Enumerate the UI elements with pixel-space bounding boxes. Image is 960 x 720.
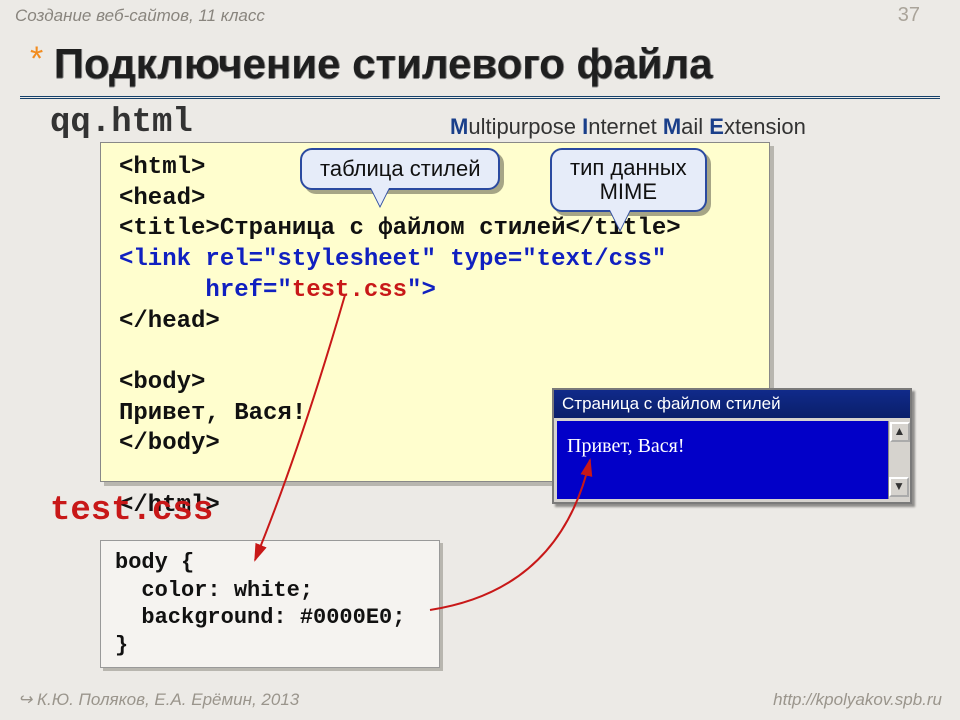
code-text: Страница с файлом стилей — [220, 215, 566, 242]
footer: ↪ К.Ю. Поляков, Е.А. Ерёмин, 2013 http:/… — [18, 690, 942, 710]
scroll-down-icon[interactable]: ▼ — [889, 477, 909, 497]
callout-tail — [610, 210, 630, 230]
code-line: </body> — [119, 430, 220, 457]
footer-url: http://kpolyakov.spb.ru — [773, 690, 942, 710]
code-line: } — [115, 633, 128, 658]
code-href: test.css — [292, 277, 407, 304]
title-underline — [20, 96, 940, 99]
scroll-up-icon[interactable]: ▲ — [890, 422, 910, 442]
browser-text: Привет, Вася! — [567, 435, 685, 457]
scrollbar[interactable]: ▲ ▼ — [888, 421, 910, 499]
mime-m: M — [450, 114, 468, 139]
css-code-block: body { color: white; background: #0000E0… — [100, 540, 440, 668]
callout-tail — [370, 186, 390, 206]
footer-authors: ↪ К.Ю. Поляков, Е.А. Ерёмин, 2013 — [18, 690, 299, 710]
mime-e: E — [709, 114, 724, 139]
mime-acronym: Multipurpose Internet Mail Extension — [450, 114, 806, 140]
code-line: background: #0000E0; — [115, 605, 405, 630]
code-line: href=" — [119, 277, 292, 304]
asterisk-icon: * — [30, 40, 43, 78]
mime-t2: nternet — [588, 114, 663, 139]
slide-title: Подключение стилевого файла — [54, 40, 713, 88]
code-line: "> — [407, 277, 436, 304]
callout-stylesheet: таблица стилей — [300, 148, 500, 190]
page-number: 37 — [898, 4, 920, 27]
mime-t3: ail — [681, 114, 709, 139]
code-line: <body> — [119, 369, 205, 396]
code-line: <html> — [119, 154, 205, 181]
code-line: body { — [115, 550, 194, 575]
mime-t1: ultipurpose — [468, 114, 582, 139]
code-line: <link rel="stylesheet" type="text/css" — [119, 246, 666, 273]
footer-authors-text: К.Ю. Поляков, Е.А. Ерёмин, 2013 — [37, 690, 299, 709]
code-line: color: white; — [115, 578, 313, 603]
callout-mime: тип данных MIME — [550, 148, 707, 212]
mime-t4: xtension — [724, 114, 806, 139]
mime-m2: M — [663, 114, 681, 139]
code-line: <head> — [119, 185, 205, 212]
browser-preview: Страница с файлом стилей Привет, Вася! ▲… — [552, 388, 912, 504]
css-filename: test.css — [50, 492, 213, 530]
code-line: <title> — [119, 215, 220, 242]
html-filename: qq.html — [50, 104, 193, 142]
code-line: Привет, Вася! — [119, 400, 306, 427]
browser-titlebar: Страница с файлом стилей — [554, 390, 910, 418]
footer-arrow-icon: ↪ — [18, 690, 37, 709]
slide-title-row: * Подключение стилевого файла — [30, 40, 930, 88]
browser-body: Привет, Вася! ▲ ▼ — [557, 421, 907, 499]
code-line: </head> — [119, 308, 220, 335]
course-header: Создание веб-сайтов, 11 класс — [15, 6, 945, 26]
